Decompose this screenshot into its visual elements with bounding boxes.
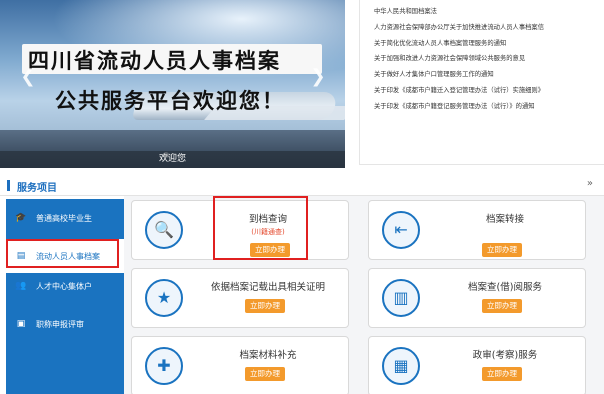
card-title: 依据档案记载出具相关证明 [210, 282, 325, 293]
file-add-icon: ✚ [145, 347, 183, 385]
card-selection-highlight [213, 196, 308, 260]
more-link[interactable]: » [587, 178, 593, 189]
apply-now-button[interactable]: 立即办理 [482, 243, 522, 257]
banner-subheading: 公共服务平台欢迎您！ [55, 88, 285, 113]
apply-now-button[interactable]: 立即办理 [245, 299, 285, 313]
document-search-icon: 🔍 [145, 211, 183, 249]
services-section-header: 服务项目 » [0, 176, 604, 196]
service-card-archive-lookup[interactable]: ▥ 档案查(借)阅服务 立即办理 [368, 268, 586, 328]
apply-now-button[interactable]: 立即办理 [482, 299, 522, 313]
sidebar-item-graduates[interactable]: 🎓 普通高校毕业生 [6, 201, 124, 235]
id-card-icon: ▦ [382, 347, 420, 385]
sidebar-item-talent-collective-household[interactable]: 👥 人才中心集体户 [6, 269, 124, 303]
news-link[interactable]: 关于印发《成都市户籍登记服务管理办法（试行）》的通知 [374, 99, 604, 115]
document-transfer-icon: ⇤ [382, 211, 420, 249]
apply-now-button[interactable]: 立即办理 [482, 367, 522, 381]
sidebar-selection-highlight [6, 239, 119, 268]
certified-document-icon: ★ [145, 279, 183, 317]
banner-caption: 欢迎您 [0, 151, 345, 168]
certificate-icon: ▣ [16, 319, 26, 329]
card-title: 档案材料补充 [239, 350, 297, 361]
section-title: 服务项目 [17, 183, 57, 194]
news-link[interactable]: 关于简化优化流动人员人事档案管理服务的通知 [374, 36, 604, 52]
card-title: 政审(考察)服务 [472, 350, 538, 361]
apply-now-button[interactable]: 立即办理 [245, 367, 285, 381]
graduation-cap-icon: 🎓 [15, 213, 27, 223]
sidebar-item-label: 人才中心集体户 [36, 281, 92, 291]
card-title: 档案转接 [485, 214, 524, 225]
chevron-right-icon[interactable]: ❯ [310, 67, 326, 87]
chevron-left-icon[interactable]: ❮ [20, 67, 36, 87]
service-cards-grid: 🔍 到档查询 (川籍通查) 立即办理 ⇤ 档案转接 立即办理 ★ 依据档案记载出… [124, 196, 604, 394]
sidebar-item-title-evaluation[interactable]: ▣ 职称申报评审 [6, 307, 124, 341]
service-card-archive-transfer[interactable]: ⇤ 档案转接 立即办理 [368, 200, 586, 260]
users-icon: 👥 [15, 281, 27, 291]
service-card-issue-certificate[interactable]: ★ 依据档案记载出具相关证明 立即办理 [131, 268, 349, 328]
binders-icon: ▥ [382, 279, 420, 317]
sidebar-item-label: 职称申报评审 [36, 319, 84, 329]
news-link[interactable]: 关于加强和改进人力资源社会保障领域公共服务的意见 [374, 51, 604, 67]
service-category-sidebar: 🎓 普通高校毕业生 ▤ 流动人员人事档案 👥 人才中心集体户 ▣ 职称申报评审 [6, 199, 124, 394]
banner-heading: 四川省流动人员人事档案 [28, 48, 281, 73]
news-link[interactable]: 中华人民共和国档案法 [374, 4, 604, 20]
card-title: 档案查(借)阅服务 [468, 282, 542, 293]
news-list: 中华人民共和国档案法 人力资源社会保障部办公厅关于加快推进流动人员人事档案信 关… [359, 0, 604, 165]
service-card-political-review[interactable]: ▦ 政审(考察)服务 立即办理 [368, 336, 586, 394]
service-card-archive-supplement[interactable]: ✚ 档案材料补充 立即办理 [131, 336, 349, 394]
sidebar-item-label: 普通高校毕业生 [36, 213, 92, 223]
news-link[interactable]: 关于做好人才集体户口管理服务工作的通知 [374, 67, 604, 83]
section-accent-bar [7, 180, 10, 191]
news-link[interactable]: 人力资源社会保障部办公厅关于加快推进流动人员人事档案信 [374, 20, 604, 36]
banner-carousel[interactable]: 四川省流动人员人事档案 公共服务平台欢迎您！ ❮ ❯ 欢迎您 [0, 0, 345, 168]
news-link[interactable]: 关于印发《成都市户籍迁入登记管理办法（试行）实施细则》 [374, 83, 604, 99]
